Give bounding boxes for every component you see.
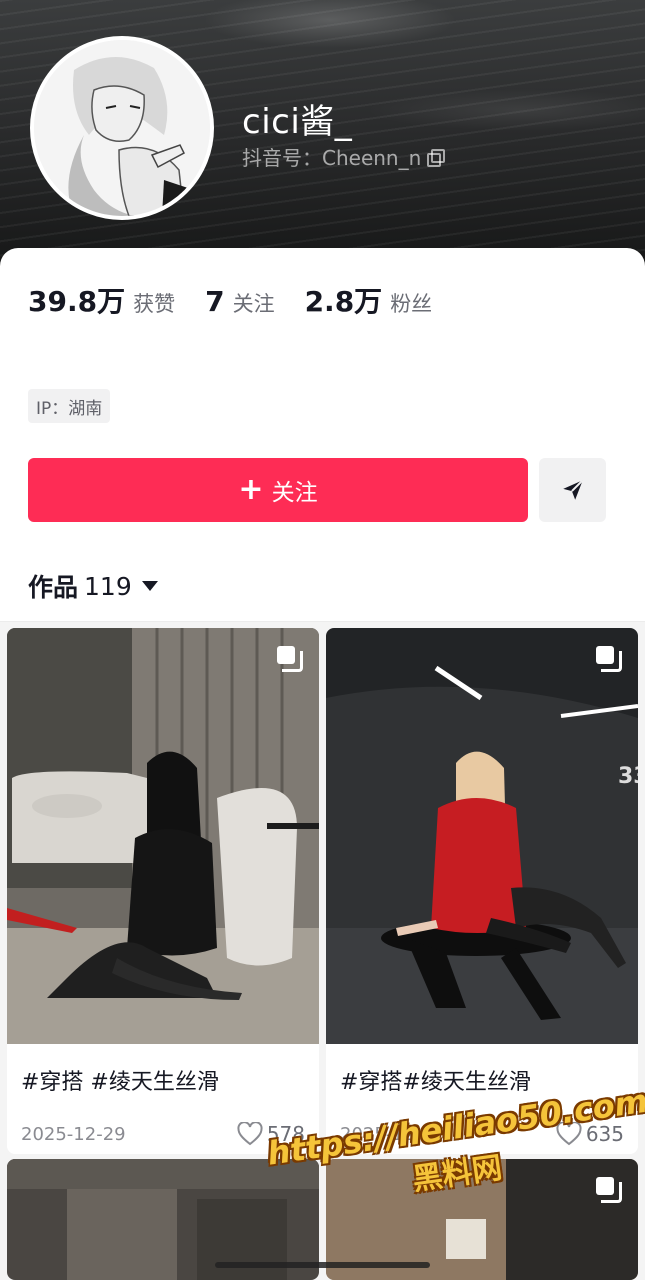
- avatar-image: [34, 40, 210, 216]
- svg-text:33: 33: [618, 764, 638, 789]
- post-date: 2025-12-29: [21, 1123, 126, 1145]
- tab-works[interactable]: 作品 119: [28, 568, 158, 604]
- post-thumbnail[interactable]: 33: [326, 628, 638, 1044]
- handle-text: 抖音号：Cheenn_n: [242, 146, 422, 170]
- stat-likes-label: 获赞: [133, 292, 176, 316]
- follow-button[interactable]: + 关注: [28, 458, 528, 522]
- stat-followers-label: 粉丝: [390, 292, 433, 316]
- post-image: [7, 628, 319, 1044]
- heart-icon: [237, 1122, 263, 1146]
- copy-icon[interactable]: [427, 148, 446, 167]
- plus-icon: +: [238, 472, 264, 507]
- stat-followers-value: 2.8万: [304, 285, 383, 318]
- ip-location-tag: IP：湖南: [28, 389, 111, 423]
- post-thumbnail[interactable]: [7, 628, 319, 1044]
- multi-image-icon: [277, 646, 303, 672]
- stat-following-value: 7: [205, 285, 225, 318]
- works-count: 119: [84, 571, 132, 601]
- post-card[interactable]: 33 #穿搭#绫天生丝滑 2025-12-27 635: [326, 628, 638, 1154]
- stat-followers[interactable]: 2.8万 粉丝: [305, 280, 433, 320]
- send-message-button[interactable]: [539, 458, 606, 522]
- profile-handle: 抖音号：Cheenn_n: [242, 142, 446, 171]
- follow-label: 关注: [271, 480, 318, 506]
- stat-likes[interactable]: 39.8万 获赞: [28, 280, 175, 320]
- stat-likes-value: 39.8万: [28, 285, 126, 318]
- profile-name: cici酱_: [242, 102, 353, 142]
- post-caption: #穿搭 #绫天生丝滑: [21, 1070, 219, 1095]
- home-indicator[interactable]: [215, 1262, 430, 1268]
- stat-following[interactable]: 7 关注: [205, 285, 274, 318]
- works-label: 作品: [28, 573, 79, 602]
- multi-image-icon: [596, 646, 622, 672]
- post-card[interactable]: #穿搭 #绫天生丝滑 2025-12-29 578: [7, 628, 319, 1154]
- stats-row: 39.8万 获赞 7 关注 2.8万 粉丝: [28, 280, 462, 320]
- avatar[interactable]: [30, 36, 214, 220]
- stat-following-label: 关注: [232, 292, 275, 316]
- caret-down-icon: [141, 581, 158, 591]
- post-image: 33: [326, 628, 638, 1044]
- send-icon: [562, 479, 583, 500]
